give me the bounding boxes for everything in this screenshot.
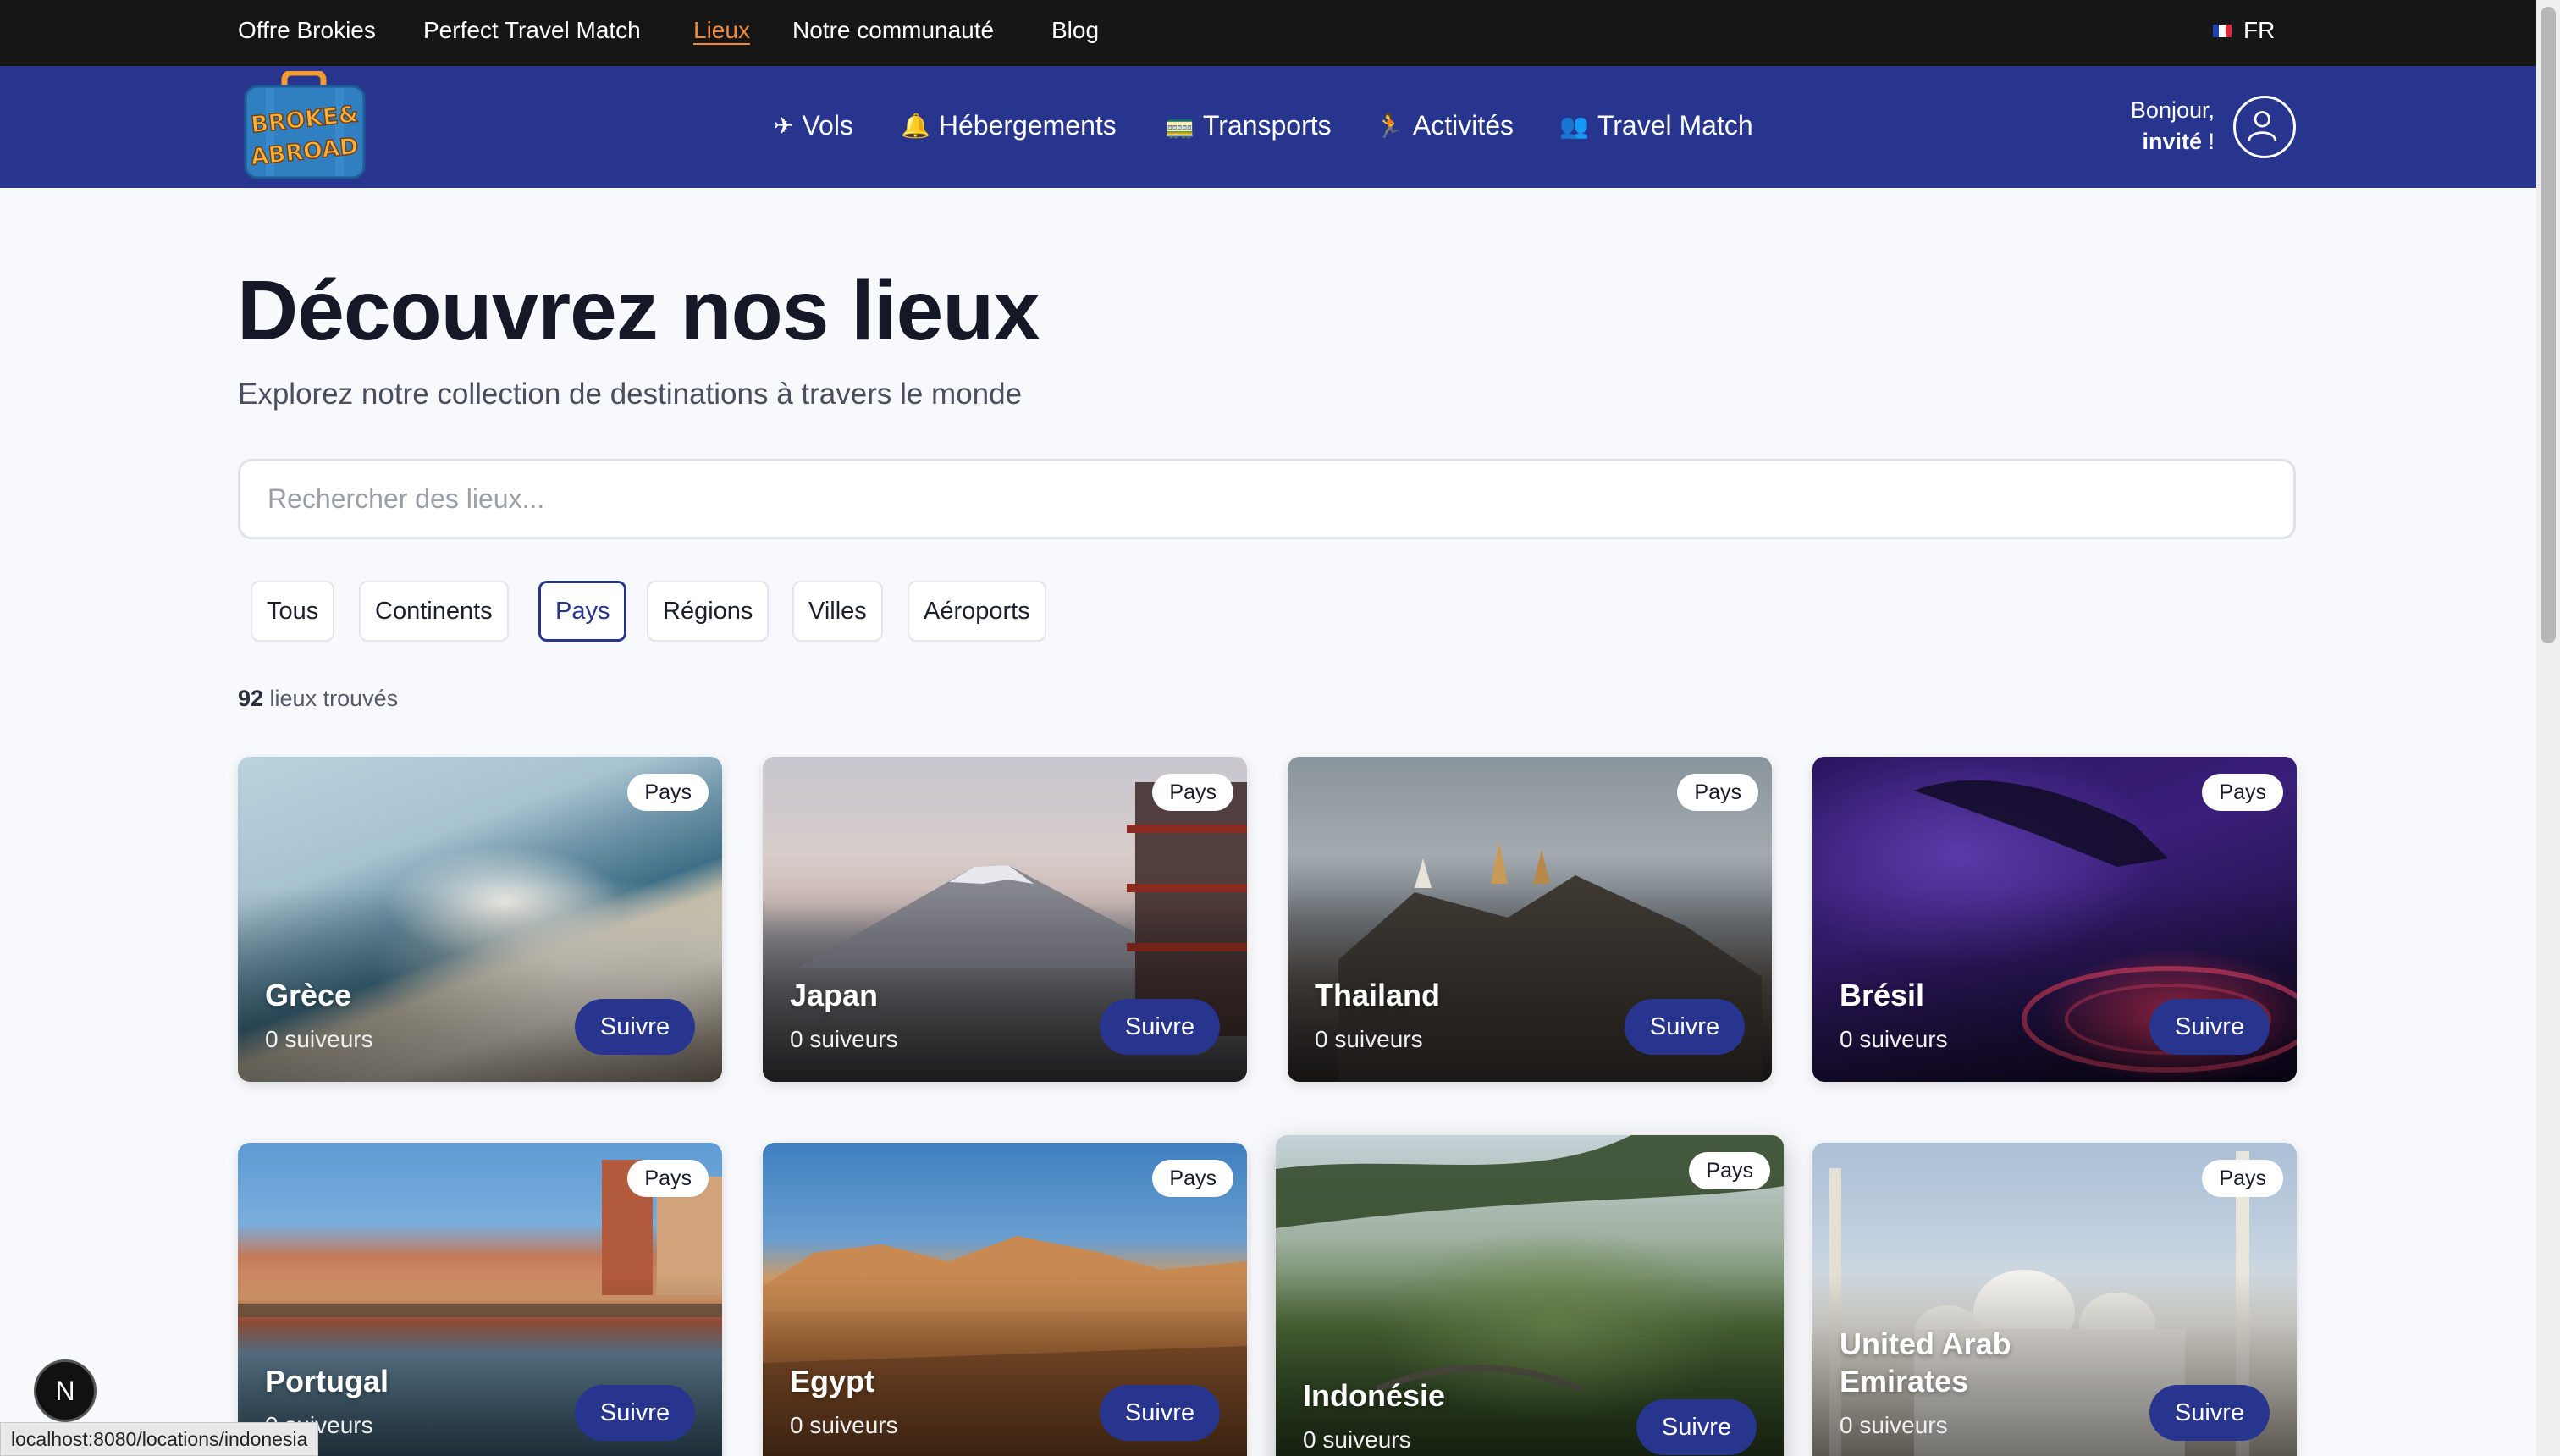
filter-aeroports[interactable]: Aéroports — [908, 581, 1046, 642]
toplink-perfect-travel-match[interactable]: Perfect Travel Match — [423, 17, 641, 44]
link-status-bar: localhost:8080/locations/indonesia — [0, 1422, 319, 1456]
nav-transports-label: Transports — [1202, 110, 1332, 141]
greeting-suffix: ! — [2201, 129, 2215, 154]
nav-activites-label: Activités — [1412, 110, 1514, 141]
card-badge: Pays — [627, 774, 709, 811]
scrollbar-thumb[interactable] — [2541, 7, 2556, 643]
location-card-grece[interactable]: Pays Grèce 0 suiveurs Suivre — [238, 757, 722, 1082]
language-label: FR — [2243, 17, 2276, 43]
page-title: Découvrez nos lieux — [237, 263, 1040, 358]
location-card-japan[interactable]: Pays Japan 0 suiveurs Suivre — [763, 757, 1247, 1082]
train-icon: 🚃 — [1165, 112, 1194, 139]
french-flag-icon — [2213, 24, 2232, 37]
card-followers: 0 suiveurs — [790, 1026, 898, 1052]
card-badge: Pays — [1689, 1152, 1770, 1189]
card-badge: Pays — [1152, 1160, 1233, 1197]
follow-button[interactable]: Suivre — [575, 1385, 695, 1441]
filter-villes[interactable]: Villes — [792, 581, 883, 642]
card-title: Thailand — [1315, 978, 1441, 1012]
bell-icon: 🔔 — [901, 112, 930, 139]
filter-regions[interactable]: Régions — [647, 581, 770, 642]
card-followers: 0 suiveurs — [1303, 1426, 1411, 1453]
broke-abroad-logo[interactable]: BROKE& ABROAD — [242, 71, 367, 181]
nav-travel-match-label: Travel Match — [1597, 110, 1753, 141]
top-bar: Offre Brokies Perfect Travel Match Lieux… — [0, 0, 2536, 66]
people-icon: 👥 — [1559, 112, 1589, 139]
toplink-lieux[interactable]: Lieux — [693, 17, 750, 44]
card-badge: Pays — [1677, 774, 1758, 811]
follow-button[interactable]: Suivre — [1625, 999, 1745, 1055]
location-card-indonesie[interactable]: Pays Indonésie 0 suiveurs Suivre — [1276, 1135, 1784, 1456]
filter-tous[interactable]: Tous — [251, 581, 335, 642]
follow-button[interactable]: Suivre — [2149, 999, 2270, 1055]
page-subtitle: Explorez notre collection de destination… — [238, 378, 1023, 411]
greeting-line1: Bonjour, — [2130, 97, 2215, 123]
location-card-portugal[interactable]: Pays Portugal 0 suiveurs Suivre — [238, 1143, 722, 1456]
results-count-label: lieux trouvés — [263, 686, 399, 711]
nav-vols[interactable]: ✈ Vols — [774, 110, 853, 141]
card-title: Japan — [790, 978, 879, 1012]
nav-travel-match[interactable]: 👥 Travel Match — [1559, 110, 1753, 141]
card-followers: 0 suiveurs — [1840, 1026, 1948, 1052]
card-followers: 0 suiveurs — [1840, 1412, 1948, 1438]
location-card-united-arab-emirates[interactable]: Pays United Arab Emirates 0 suiveurs Sui… — [1812, 1143, 2297, 1456]
filter-pays[interactable]: Pays — [538, 581, 627, 642]
location-card-thailand[interactable]: Pays Thailand 0 suiveurs Suivre — [1288, 757, 1772, 1082]
toplink-blog[interactable]: Blog — [1051, 17, 1099, 44]
card-title: Portugal — [265, 1364, 389, 1398]
card-title: Indonésie — [1303, 1378, 1446, 1413]
nav-transports[interactable]: 🚃 Transports — [1165, 110, 1332, 141]
follow-button[interactable]: Suivre — [1100, 1385, 1220, 1441]
nav-hebergements-label: Hébergements — [938, 110, 1117, 141]
user-avatar-icon[interactable] — [2233, 96, 2296, 158]
card-followers: 0 suiveurs — [265, 1026, 373, 1052]
location-card-bresil[interactable]: Pays Brésil 0 suiveurs Suivre — [1812, 757, 2297, 1082]
language-selector[interactable]: FR — [2213, 17, 2275, 44]
nav-vols-label: Vols — [802, 110, 853, 141]
nav-activites[interactable]: 🏃 Activités — [1375, 110, 1514, 141]
follow-button[interactable]: Suivre — [1100, 999, 1220, 1055]
results-count-number: 92 — [238, 686, 264, 711]
nav-hebergements[interactable]: 🔔 Hébergements — [901, 110, 1117, 141]
card-followers: 0 suiveurs — [1315, 1026, 1423, 1052]
card-title: Brésil — [1840, 978, 1925, 1012]
card-title: Grèce — [265, 978, 352, 1012]
toplink-notre-communaute[interactable]: Notre communauté — [792, 17, 994, 44]
follow-button[interactable]: Suivre — [2149, 1385, 2270, 1441]
card-title: United Arab Emirates — [1840, 1326, 2011, 1398]
toplink-offre-brokies[interactable]: Offre Brokies — [238, 17, 376, 44]
filter-continents[interactable]: Continents — [359, 581, 509, 642]
search-input[interactable] — [238, 459, 2296, 539]
runner-icon: 🏃 — [1375, 112, 1404, 139]
nextjs-dev-button[interactable]: N — [34, 1359, 97, 1422]
card-badge: Pays — [627, 1160, 709, 1197]
follow-button[interactable]: Suivre — [575, 999, 695, 1055]
card-badge: Pays — [2202, 1160, 2283, 1197]
greeting: Bonjour, invité ! — [2099, 95, 2215, 157]
card-title: Egypt — [790, 1364, 875, 1398]
location-card-egypt[interactable]: Pays Egypt 0 suiveurs Suivre — [763, 1143, 1247, 1456]
airplane-icon: ✈ — [774, 112, 794, 139]
results-count: 92 lieux trouvés — [238, 686, 398, 712]
card-badge: Pays — [2202, 774, 2283, 811]
greeting-user: invité — [2142, 129, 2202, 154]
card-followers: 0 suiveurs — [790, 1412, 898, 1438]
follow-button[interactable]: Suivre — [1636, 1399, 1757, 1455]
card-badge: Pays — [1152, 774, 1233, 811]
